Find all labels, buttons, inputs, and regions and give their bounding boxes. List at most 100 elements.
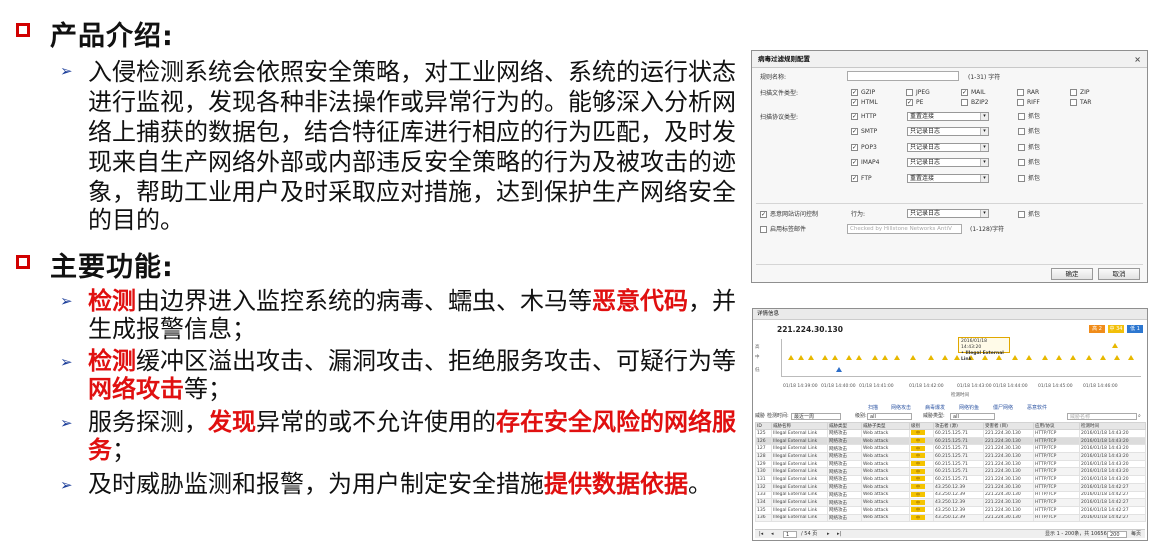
riff-checkbox[interactable]	[1017, 99, 1024, 106]
html-checkbox[interactable]: ✓	[851, 99, 858, 106]
medium-event-marker[interactable]	[910, 355, 916, 360]
medium-event-marker[interactable]	[1128, 355, 1134, 360]
zip-checkbox[interactable]	[1070, 89, 1077, 96]
smtp-capture-checkbox[interactable]	[1018, 128, 1025, 135]
medium-event-marker[interactable]	[788, 355, 794, 360]
medium-event-marker[interactable]	[1086, 355, 1092, 360]
medium-event-marker[interactable]	[872, 355, 878, 360]
prev-page-icon[interactable]: ◂	[771, 530, 774, 539]
ftp-action-select[interactable]: 重置连接 ▾	[907, 174, 989, 183]
time-filter-select[interactable]: 最近一周	[791, 413, 841, 420]
table-row[interactable]: 128 Illegal External Link 网络攻击 Web attack 中 6…	[755, 452, 1146, 461]
cancel-button[interactable]: 取消	[1098, 268, 1140, 280]
pop3-capture-checkbox[interactable]	[1018, 144, 1025, 151]
table-row[interactable]: 134 Illegal External Link 网络攻击 Web attack 中 4…	[755, 498, 1146, 507]
column-header[interactable]: ID	[755, 422, 772, 430]
medium-event-marker[interactable]	[954, 355, 960, 360]
table-row[interactable]: 135 Illegal External Link 网络攻击 Web attack 中 4…	[755, 505, 1146, 515]
medium-event-marker[interactable]	[832, 355, 838, 360]
ftp-capture-checkbox[interactable]	[1018, 175, 1025, 182]
table-row[interactable]: 136 Illegal External Link 网络攻击 Web attack 中 4…	[755, 513, 1146, 523]
column-header[interactable]: 攻击者 (源)	[933, 422, 984, 430]
behavior-select[interactable]: 只记录日志 ▾	[907, 209, 989, 218]
medium-event-marker[interactable]	[808, 355, 814, 360]
jpeg-checkbox[interactable]	[906, 89, 913, 96]
medium-event-marker[interactable]	[882, 355, 888, 360]
medium-event-marker[interactable]	[1012, 355, 1018, 360]
mail-checkbox[interactable]: ✓	[961, 89, 968, 96]
table-row[interactable]: 125 Illegal External Link 网络攻击 Web attack 中 6…	[755, 429, 1146, 438]
tab-virus-outbreak[interactable]: 病毒爆发	[925, 404, 945, 411]
pop3-action-select[interactable]: 只记录日志 ▾	[907, 143, 989, 152]
sign-mail-checkbox[interactable]	[760, 226, 767, 233]
medium-event-marker[interactable]	[894, 355, 900, 360]
behavior-capture-checkbox[interactable]	[1018, 211, 1025, 218]
tab-botnet[interactable]: 僵尸网络	[993, 404, 1013, 411]
table-row[interactable]: 130 Illegal External Link 网络攻击 Web attack 中 6…	[755, 467, 1146, 477]
tab-scan[interactable]: 扫描	[868, 404, 878, 411]
smtp-action-select[interactable]: 只记录日志 ▾	[907, 127, 989, 136]
sign-mail-input[interactable]: Checked by Hillstone Networks AntiV	[847, 224, 962, 234]
medium-event-marker[interactable]	[822, 355, 828, 360]
medium-event-marker[interactable]	[846, 355, 852, 360]
search-icon[interactable]: ⌕	[1138, 412, 1141, 421]
column-header[interactable]: 威胁名称	[771, 422, 828, 430]
first-page-icon[interactable]: |◂	[759, 530, 763, 539]
medium-event-marker[interactable]	[1114, 355, 1120, 360]
tar-checkbox[interactable]	[1070, 99, 1077, 106]
column-header[interactable]: 应用/协议	[1033, 422, 1080, 430]
column-header[interactable]: 受害者 (目)	[983, 422, 1034, 430]
rule-name-input[interactable]	[847, 71, 959, 81]
http-capture-checkbox[interactable]	[1018, 113, 1025, 120]
ftp-checkbox[interactable]: ✓	[851, 175, 858, 182]
rar-checkbox[interactable]	[1017, 89, 1024, 96]
tab-network-attack[interactable]: 网络攻击	[891, 404, 911, 411]
medium-event-marker[interactable]	[1026, 355, 1032, 360]
severity-medium-badge[interactable]: 中 34	[1108, 325, 1124, 333]
ok-button[interactable]: 确定	[1051, 268, 1093, 280]
search-input[interactable]: 威胁名称	[1067, 413, 1137, 420]
severity-high-badge[interactable]: 高 2	[1089, 325, 1105, 333]
bzip2-checkbox[interactable]	[961, 99, 968, 106]
page-size-select[interactable]: 200	[1107, 531, 1127, 538]
pe-checkbox[interactable]: ✓	[906, 99, 913, 106]
column-header[interactable]: 级别	[909, 422, 934, 430]
imap4-checkbox[interactable]: ✓	[851, 159, 858, 166]
next-page-icon[interactable]: ▸	[827, 530, 830, 539]
smtp-checkbox[interactable]: ✓	[851, 128, 858, 135]
low-event-marker[interactable]	[836, 367, 842, 372]
table-row[interactable]: 126 Illegal External Link 网络攻击 Web attack 中 6…	[755, 436, 1146, 446]
high-event-marker[interactable]	[1112, 343, 1118, 348]
table-row[interactable]: 132 Illegal External Link 网络攻击 Web attack 中 4…	[755, 482, 1146, 492]
column-header[interactable]: 威胁子类型	[861, 422, 910, 430]
severity-low-badge[interactable]: 低 1	[1127, 325, 1143, 333]
http-checkbox[interactable]: ✓	[851, 113, 858, 120]
malicious-site-checkbox[interactable]: ✓	[760, 211, 767, 218]
pop3-checkbox[interactable]: ✓	[851, 144, 858, 151]
table-row[interactable]: 127 Illegal External Link 网络攻击 Web attack 中 6…	[755, 444, 1146, 454]
medium-event-marker[interactable]	[1070, 355, 1076, 360]
medium-event-marker[interactable]	[1056, 355, 1062, 360]
medium-event-marker[interactable]	[856, 355, 862, 360]
medium-event-marker[interactable]	[1100, 355, 1106, 360]
imap4-capture-checkbox[interactable]	[1018, 159, 1025, 166]
medium-event-marker[interactable]	[942, 355, 948, 360]
table-row[interactable]: 129 Illegal External Link 网络攻击 Web attack 中 6…	[755, 459, 1146, 469]
tab-malware[interactable]: 恶意软件	[1027, 404, 1047, 411]
close-icon[interactable]: ×	[1134, 51, 1141, 68]
tab-phishing[interactable]: 网络钓鱼	[959, 404, 979, 411]
imap4-action-select[interactable]: 只记录日志 ▾	[907, 158, 989, 167]
type-filter-select[interactable]: all	[950, 413, 995, 420]
level-filter-select[interactable]: all	[867, 413, 912, 420]
gzip-checkbox[interactable]: ✓	[851, 89, 858, 96]
column-header[interactable]: 检测时间	[1079, 422, 1146, 430]
medium-event-marker[interactable]	[928, 355, 934, 360]
medium-event-marker[interactable]	[798, 355, 804, 360]
table-row[interactable]: 131 Illegal External Link 网络攻击 Web attack 中 6…	[755, 475, 1146, 484]
page-input[interactable]: 1	[783, 531, 797, 538]
http-action-select[interactable]: 重置连接 ▾	[907, 112, 989, 121]
column-header[interactable]: 威胁类型	[827, 422, 862, 430]
medium-event-marker[interactable]	[1042, 355, 1048, 360]
last-page-icon[interactable]: ▸|	[837, 530, 841, 539]
table-row[interactable]: 133 Illegal External Link 网络攻击 Web attack 中 4…	[755, 490, 1146, 500]
